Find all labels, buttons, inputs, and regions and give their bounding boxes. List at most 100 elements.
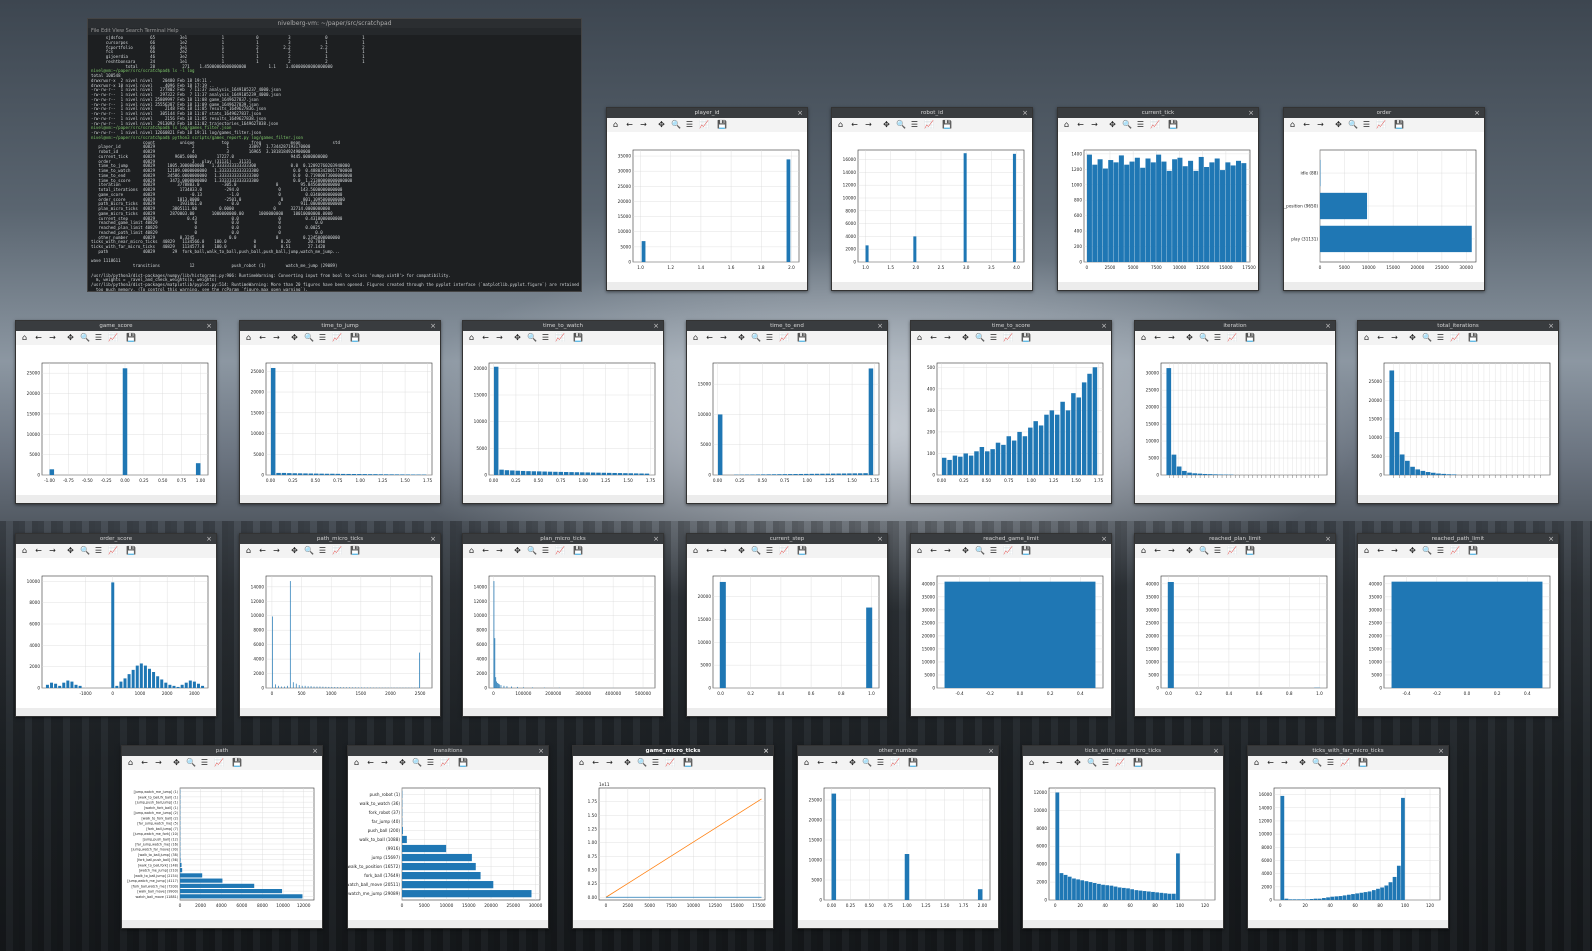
pan-icon[interactable]: ✥ bbox=[1108, 118, 1117, 132]
close-icon[interactable]: × bbox=[538, 746, 544, 756]
save-icon[interactable]: 💾 bbox=[350, 544, 360, 558]
close-icon[interactable]: × bbox=[1101, 321, 1107, 331]
configure-icon[interactable]: ☰ bbox=[1101, 756, 1110, 770]
home-icon[interactable]: ⌂ bbox=[467, 331, 476, 345]
terminal-window[interactable]: nivelberg-vm: ~/paper/src/scratchpad Fil… bbox=[87, 18, 582, 292]
plot-canvas[interactable]: 0 2000 4000 6000 8000 10000 12000 [jump,watch_m… bbox=[122, 770, 322, 920]
zoom-icon[interactable]: 🔍 bbox=[975, 331, 985, 345]
configure-icon[interactable]: ☰ bbox=[989, 331, 998, 345]
edit-curves-icon[interactable]: 📈 bbox=[779, 544, 789, 558]
window-titlebar[interactable]: plan_micro_ticks × bbox=[463, 534, 663, 544]
window-titlebar[interactable]: order_score × bbox=[16, 534, 216, 544]
save-icon[interactable]: 💾 bbox=[1468, 331, 1478, 345]
pan-icon[interactable]: ✥ bbox=[882, 118, 891, 132]
save-icon[interactable]: 💾 bbox=[126, 331, 136, 345]
save-icon[interactable]: 💾 bbox=[683, 756, 693, 770]
back-icon[interactable]: ← bbox=[1041, 756, 1050, 770]
back-icon[interactable]: ← bbox=[1076, 118, 1085, 132]
edit-curves-icon[interactable]: 📈 bbox=[699, 118, 709, 132]
edit-curves-icon[interactable]: 📈 bbox=[1003, 331, 1013, 345]
figure-window-path[interactable]: path × ⌂ ← → ✥ 🔍 ☰ 📈 💾 0 2000 4000 6000 8000 10000 12000… bbox=[121, 745, 323, 929]
plot-canvas[interactable]: 0 5000 10000 15000 20000 25000 0.00 0.25 0.50 0.7… bbox=[240, 345, 440, 495]
window-titlebar[interactable]: game_micro_ticks × bbox=[573, 746, 773, 756]
back-icon[interactable]: ← bbox=[816, 756, 825, 770]
home-icon[interactable]: ⌂ bbox=[244, 331, 253, 345]
plot-canvas[interactable]: 0 5000 10000 15000 20000 0.0 0.2 0.4 0.6 0.8 1.0 bbox=[687, 558, 887, 708]
figure-window-plan-micro-ticks[interactable]: plan_micro_ticks × ⌂ ← → ✥ 🔍 ☰ 📈 💾 0 2000 4000 6000 80… bbox=[462, 533, 664, 717]
zoom-icon[interactable]: 🔍 bbox=[896, 118, 906, 132]
close-icon[interactable]: × bbox=[988, 746, 994, 756]
close-icon[interactable]: × bbox=[430, 321, 436, 331]
edit-curves-icon[interactable]: 📈 bbox=[1450, 544, 1460, 558]
figure-window-other-number[interactable]: other_number × ⌂ ← → ✥ 🔍 ☰ 📈 💾 0 5000 10000 15000 2000… bbox=[797, 745, 999, 929]
figure-window-reached-game-limit[interactable]: reached_game_limit × ⌂ ← → ✥ 🔍 ☰ 📈 💾 0 5000 10000 150… bbox=[910, 533, 1112, 717]
window-titlebar[interactable]: order × bbox=[1284, 108, 1484, 118]
save-icon[interactable]: 💾 bbox=[1168, 118, 1178, 132]
back-icon[interactable]: ← bbox=[258, 544, 267, 558]
edit-curves-icon[interactable]: 📈 bbox=[214, 756, 224, 770]
plot-canvas[interactable]: 0 5000 10000 15000 0.00 0.25 0.50 0.75 1.00 1.25 1… bbox=[687, 345, 887, 495]
figure-window-reached-path-limit[interactable]: reached_path_limit × ⌂ ← → ✥ 🔍 ☰ 📈 💾 0 5000 10000 150… bbox=[1357, 533, 1559, 717]
home-icon[interactable]: ⌂ bbox=[691, 544, 700, 558]
edit-curves-icon[interactable]: 📈 bbox=[1150, 118, 1160, 132]
back-icon[interactable]: ← bbox=[1153, 544, 1162, 558]
configure-icon[interactable]: ☰ bbox=[989, 544, 998, 558]
figure-window-transitions[interactable]: transitions × ⌂ ← → ✥ 🔍 ☰ 📈 💾 0 5000 10000 15000 20000… bbox=[347, 745, 549, 929]
home-icon[interactable]: ⌂ bbox=[126, 756, 135, 770]
edit-curves-icon[interactable]: 📈 bbox=[1450, 331, 1460, 345]
plot-canvas[interactable]: 0 5000 10000 15000 20000 0.00 0.25 0.50 0.75 1.00… bbox=[463, 345, 663, 495]
save-icon[interactable]: 💾 bbox=[1245, 544, 1255, 558]
figure-window-path-micro-ticks[interactable]: path_micro_ticks × ⌂ ← → ✥ 🔍 ☰ 📈 💾 0 2000 4000 6000 80… bbox=[239, 533, 441, 717]
plot-canvas[interactable]: 0 5000 10000 15000 20000 25000 30000 35000 40000… bbox=[1358, 558, 1558, 708]
home-icon[interactable]: ⌂ bbox=[20, 544, 29, 558]
plot-canvas[interactable]: 0.00 0.25 0.50 0.75 1.00 1.25 1.50 1.75 0 2500 500… bbox=[573, 770, 773, 920]
edit-curves-icon[interactable]: 📈 bbox=[332, 544, 342, 558]
pan-icon[interactable]: ✥ bbox=[1073, 756, 1082, 770]
zoom-icon[interactable]: 🔍 bbox=[1199, 331, 1209, 345]
edit-curves-icon[interactable]: 📈 bbox=[1227, 544, 1237, 558]
back-icon[interactable]: ← bbox=[705, 544, 714, 558]
window-titlebar[interactable]: reached_path_limit × bbox=[1358, 534, 1558, 544]
configure-icon[interactable]: ☰ bbox=[318, 331, 327, 345]
save-icon[interactable]: 💾 bbox=[1021, 331, 1031, 345]
configure-icon[interactable]: ☰ bbox=[910, 118, 919, 132]
pan-icon[interactable]: ✥ bbox=[737, 331, 746, 345]
save-icon[interactable]: 💾 bbox=[573, 331, 583, 345]
terminal-menubar[interactable]: File Edit View Search Terminal Help bbox=[88, 28, 581, 35]
close-icon[interactable]: × bbox=[1022, 108, 1028, 118]
zoom-icon[interactable]: 🔍 bbox=[751, 544, 761, 558]
window-titlebar[interactable]: time_to_score × bbox=[911, 321, 1111, 331]
zoom-icon[interactable]: 🔍 bbox=[1087, 756, 1097, 770]
window-titlebar[interactable]: iteration × bbox=[1135, 321, 1335, 331]
home-icon[interactable]: ⌂ bbox=[20, 331, 29, 345]
figure-window-robot-id[interactable]: robot_id × ⌂ ← → ✥ 🔍 ☰ 📈 💾 0 2000 4000 6000 8000 10000 1… bbox=[831, 107, 1033, 291]
window-titlebar[interactable]: ticks_with_near_micro_ticks × bbox=[1023, 746, 1223, 756]
home-icon[interactable]: ⌂ bbox=[1139, 544, 1148, 558]
zoom-icon[interactable]: 🔍 bbox=[1199, 544, 1209, 558]
back-icon[interactable]: ← bbox=[705, 331, 714, 345]
plot-canvas[interactable]: 0 5000 10000 15000 20000 25000 30000 35000 1.0 1.… bbox=[607, 132, 807, 282]
window-titlebar[interactable]: time_to_end × bbox=[687, 321, 887, 331]
figure-window-iteration[interactable]: iteration × ⌂ ← → ✥ 🔍 ☰ 📈 💾 0 5000 10000 15000 20000 25… bbox=[1134, 320, 1336, 504]
back-icon[interactable]: ← bbox=[929, 331, 938, 345]
window-titlebar[interactable]: reached_game_limit × bbox=[911, 534, 1111, 544]
window-titlebar[interactable]: total_iterations × bbox=[1358, 321, 1558, 331]
save-icon[interactable]: 💾 bbox=[1133, 756, 1143, 770]
figure-window-order[interactable]: order × ⌂ ← → ✥ 🔍 ☰ 📈 💾 0 5000 10000 15000 20000 25000 3… bbox=[1283, 107, 1485, 291]
figure-window-total-iterations[interactable]: total_iterations × ⌂ ← → ✥ 🔍 ☰ 📈 💾 0 5000 10000 15000… bbox=[1357, 320, 1559, 504]
zoom-icon[interactable]: 🔍 bbox=[1312, 756, 1322, 770]
plot-canvas[interactable]: 0 2000 4000 6000 8000 10000 12000 14000 16000 1.0… bbox=[832, 132, 1032, 282]
figure-window-current-tick[interactable]: current_tick × ⌂ ← → ✥ 🔍 ☰ 📈 💾 0 200 400 600 800 1000 12… bbox=[1057, 107, 1259, 291]
figure-window-ticks-with-near-micro-ticks[interactable]: ticks_with_near_micro_ticks × ⌂ ← → ✥ 🔍 ☰ 📈 💾 0 200… bbox=[1022, 745, 1224, 929]
edit-curves-icon[interactable]: 📈 bbox=[1340, 756, 1350, 770]
back-icon[interactable]: ← bbox=[1376, 544, 1385, 558]
plot-canvas[interactable]: 0 5000 10000 15000 20000 25000 bbox=[1358, 345, 1558, 495]
pan-icon[interactable]: ✥ bbox=[66, 544, 75, 558]
close-icon[interactable]: × bbox=[430, 534, 436, 544]
forward-icon[interactable]: → bbox=[380, 756, 389, 770]
back-icon[interactable]: ← bbox=[34, 331, 43, 345]
forward-icon[interactable]: → bbox=[943, 331, 952, 345]
window-titlebar[interactable]: ticks_with_far_micro_ticks × bbox=[1248, 746, 1448, 756]
save-icon[interactable]: 💾 bbox=[908, 756, 918, 770]
back-icon[interactable]: ← bbox=[1266, 756, 1275, 770]
